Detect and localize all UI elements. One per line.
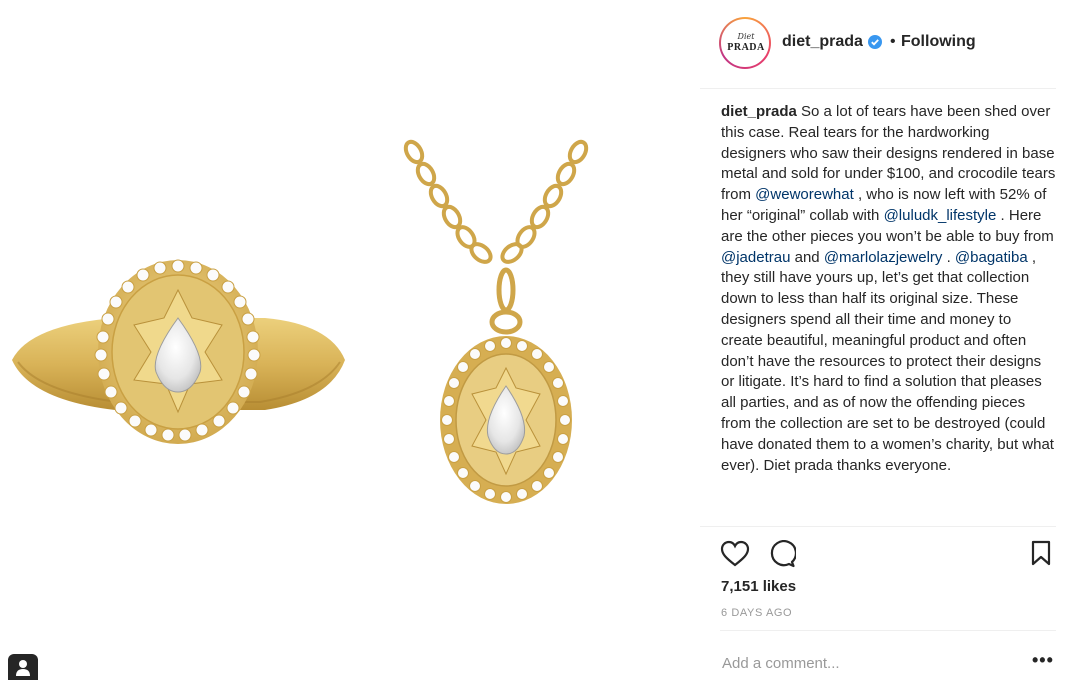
following-button[interactable]: Following [901, 33, 976, 51]
caption-segment: . [942, 248, 955, 266]
header-separator: • [890, 33, 896, 50]
verified-badge-icon [868, 35, 882, 49]
likes-count[interactable]: 7,151 likes [721, 578, 796, 595]
mention-link[interactable]: @weworewhat [755, 186, 854, 203]
mention-link[interactable]: @luludk_lifestyle [884, 207, 997, 224]
caption-text: diet_prada So a lot of tears have been s… [721, 102, 1056, 476]
post-timestamp[interactable]: 6 DAYS AGO [721, 607, 792, 619]
comment-input[interactable] [722, 652, 1002, 674]
caption-username-link[interactable]: diet_prada [721, 103, 797, 120]
divider [720, 630, 1056, 631]
post-image[interactable] [0, 0, 700, 680]
mention-link[interactable]: @bagatiba [955, 249, 1028, 266]
jewelry-photo [12, 139, 589, 504]
avatar-script-text: Diet [737, 32, 755, 41]
heart-icon[interactable] [720, 540, 750, 568]
signet-ring [12, 259, 345, 444]
divider [700, 526, 1056, 527]
avatar[interactable]: Diet PRADA [719, 17, 771, 69]
pendant [440, 336, 572, 504]
avatar-image: Diet PRADA [721, 19, 769, 67]
header-username-link[interactable]: diet_prada [782, 33, 863, 51]
comment-bubble-icon[interactable] [768, 540, 796, 568]
bookmark-icon[interactable] [1030, 540, 1052, 566]
mention-link[interactable]: @marlolazjewelry [824, 249, 943, 266]
avatar-brand-text: PRADA [727, 42, 765, 53]
caption-segment: and [790, 248, 824, 266]
more-options-button[interactable]: ••• [1032, 650, 1054, 671]
post-header: Diet PRADA diet_prada • Following [700, 0, 1056, 89]
mention-link[interactable]: @jadetrau [721, 249, 790, 266]
comments-scroll-area[interactable]: diet_prada So a lot of tears have been s… [721, 102, 1056, 526]
pendant-necklace [403, 139, 589, 335]
tagged-users-button[interactable] [8, 654, 38, 680]
user-tag-icon [16, 660, 30, 676]
caption-segment: , they still have yours up, let’s get th… [721, 248, 1054, 474]
post-sidebar: Diet PRADA diet_prada • Following diet_p… [700, 0, 1071, 679]
